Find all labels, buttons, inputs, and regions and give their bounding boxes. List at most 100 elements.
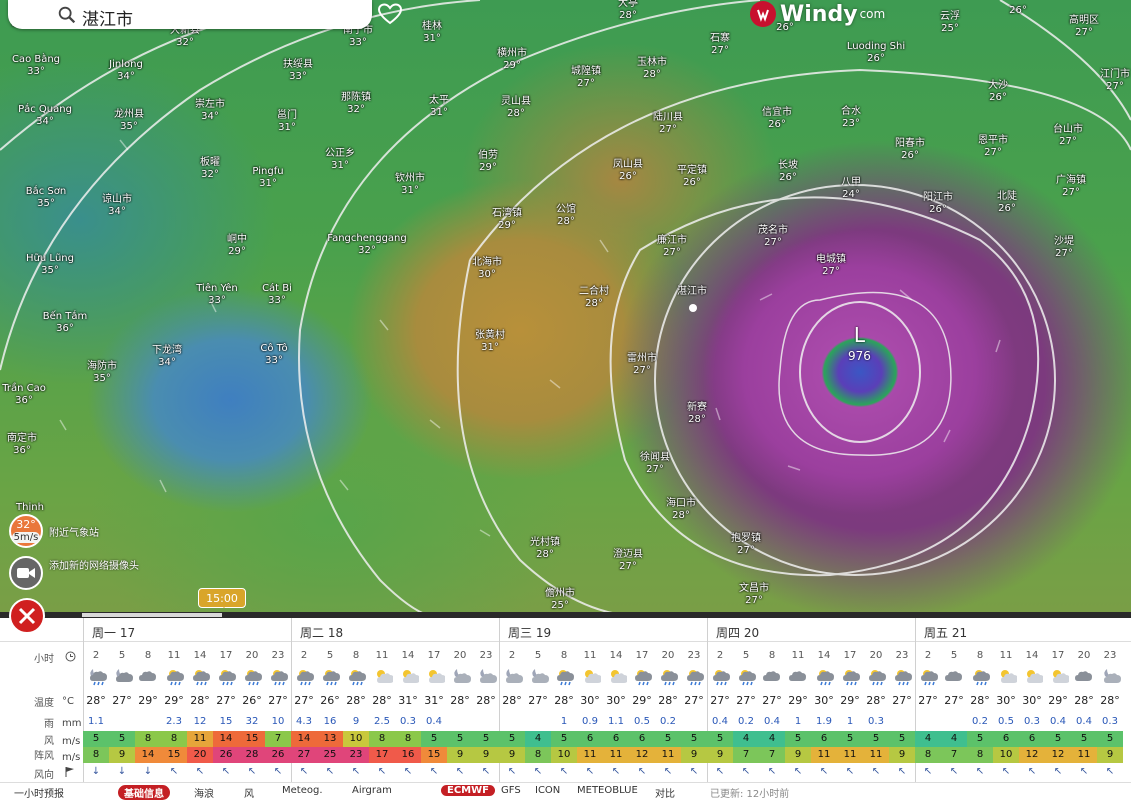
- day-label[interactable]: 周四 20: [716, 624, 759, 641]
- city-label[interactable]: 板曜 32°: [200, 157, 220, 181]
- city-label[interactable]: 雷州市 27°: [627, 353, 657, 377]
- city-label[interactable]: 石寨 27°: [710, 33, 730, 57]
- city-label[interactable]: 横州市 29°: [497, 48, 527, 72]
- toolbar-item[interactable]: ICON: [535, 785, 560, 796]
- city-label[interactable]: Cát Bi 33°: [262, 283, 292, 307]
- city-label[interactable]: 廉江市 27°: [657, 235, 687, 259]
- close-forecast-button[interactable]: [9, 598, 45, 634]
- city-label[interactable]: Bắc Sơn 35°: [26, 186, 66, 210]
- city-label[interactable]: 阳江市 26°: [923, 192, 953, 216]
- time-bubble[interactable]: 15:00: [198, 588, 246, 608]
- city-label[interactable]: 二合村 28°: [579, 286, 609, 310]
- city-label[interactable]: 沙堤 27°: [1054, 236, 1074, 260]
- city-label[interactable]: 凤山县 26°: [613, 159, 643, 183]
- city-label[interactable]: Thịnh: [16, 502, 44, 514]
- toolbar-item[interactable]: METEOBLUE: [577, 785, 638, 796]
- city-label[interactable]: 伯劳 29°: [478, 150, 498, 174]
- city-label[interactable]: 电城镇 27°: [816, 254, 846, 278]
- toolbar-item[interactable]: ECMWF: [441, 785, 495, 796]
- city-label[interactable]: 云浮 25°: [940, 11, 960, 35]
- city-label[interactable]: Jinlong 34°: [109, 59, 143, 83]
- city-label[interactable]: 海防市 35°: [87, 361, 117, 385]
- city-label[interactable]: 张黄村 31°: [475, 330, 505, 354]
- heart-icon[interactable]: [378, 3, 402, 25]
- city-label[interactable]: 邕门 31°: [277, 110, 297, 134]
- city-label[interactable]: 峒中 29°: [227, 234, 247, 258]
- city-label[interactable]: 下龙湾 34°: [152, 345, 182, 369]
- city-label[interactable]: 合水 23°: [841, 106, 861, 130]
- day-label[interactable]: 周二 18: [300, 624, 343, 641]
- toolbar-item[interactable]: 海浪: [194, 785, 214, 800]
- city-label[interactable]: 抱罗镇 27°: [731, 533, 761, 557]
- city-label[interactable]: 谅山市 34°: [102, 194, 132, 218]
- city-label[interactable]: 恩平市 27°: [978, 135, 1008, 159]
- webcam-label[interactable]: 添加新的网络摄像头: [49, 560, 139, 573]
- city-label[interactable]: 北海市 30°: [472, 257, 502, 281]
- weather-map[interactable]: Cao Bằng 33° Jinlong 34° 大新县 32° 扶绥县 33° 南宁市 33° 横…: [0, 0, 1131, 616]
- city-label[interactable]: Tiên Yên 33°: [196, 283, 238, 307]
- city-label[interactable]: 台山市 27°: [1053, 124, 1083, 148]
- city-label[interactable]: 桂林 31°: [422, 21, 442, 45]
- day-label[interactable]: 周一 17: [92, 624, 135, 641]
- city-label[interactable]: 钦州市 31°: [395, 173, 425, 197]
- city-label[interactable]: 徐闻县 27°: [640, 452, 670, 476]
- city-label[interactable]: 平定镇 26°: [677, 165, 707, 189]
- city-label[interactable]: Cô Tô 33°: [260, 343, 287, 367]
- toolbar-item[interactable]: Meteog.: [282, 785, 323, 796]
- city-label[interactable]: 灵山县 28°: [501, 96, 531, 120]
- city-label[interactable]: 文昌市 27°: [739, 583, 769, 607]
- city-label[interactable]: 茂名市 27°: [758, 225, 788, 249]
- station-label[interactable]: 附近气象站: [49, 524, 99, 539]
- city-label[interactable]: 新寮 28°: [687, 402, 707, 426]
- city-label[interactable]: Hữu Lũng 35°: [26, 253, 74, 277]
- city-label[interactable]: Luoding Shi 26°: [847, 41, 905, 65]
- city-label[interactable]: 太平 31°: [429, 95, 449, 119]
- toolbar-item[interactable]: Airgram: [352, 785, 392, 796]
- city-label[interactable]: 公正乡 31°: [325, 148, 355, 172]
- city-label[interactable]: 崇左市 34°: [195, 99, 225, 123]
- toolbar-item[interactable]: 基础信息: [118, 785, 170, 800]
- city-label[interactable]: 澄迈县 27°: [613, 549, 643, 573]
- city-label[interactable]: 陆川县 27°: [653, 112, 683, 136]
- city-label[interactable]: 广海镇 27°: [1056, 175, 1086, 199]
- city-label[interactable]: Pắc Quang 34°: [18, 104, 72, 128]
- city-label[interactable]: 光村镇 28°: [530, 537, 560, 561]
- city-label[interactable]: 信宜市 26°: [762, 107, 792, 131]
- city-label[interactable]: 城隍镇 27°: [571, 66, 601, 90]
- city-label[interactable]: 扶绥县 33°: [283, 59, 313, 83]
- city-label[interactable]: Trần Cao 36°: [2, 383, 46, 407]
- city-label[interactable]: 北陡 26°: [997, 191, 1017, 215]
- city-label[interactable]: 长坡 26°: [778, 160, 798, 184]
- city-label[interactable]: 海口市 28°: [666, 498, 696, 522]
- city-label[interactable]: 大亭 28°: [618, 0, 638, 22]
- city-label[interactable]: 石湾镇 29°: [492, 208, 522, 232]
- windy-logo[interactable]: Windy com: [750, 0, 885, 28]
- city-label[interactable]: 南定市 36°: [7, 433, 37, 457]
- search-input[interactable]: 湛江市: [82, 5, 133, 30]
- toolbar-item[interactable]: GFS: [501, 785, 521, 796]
- search-bar[interactable]: 湛江市: [8, 0, 372, 30]
- toolbar-item[interactable]: 风: [244, 785, 254, 800]
- city-label[interactable]: 玉林市 28°: [637, 57, 667, 81]
- city-label[interactable]: 公馆 28°: [556, 204, 576, 228]
- weather-station-button[interactable]: 32° 5m/s: [9, 514, 43, 548]
- city-label[interactable]: 阳春市 26°: [895, 138, 925, 162]
- city-label[interactable]: 儋州市 25°: [545, 588, 575, 612]
- day-label[interactable]: 周三 19: [508, 624, 551, 641]
- city-label[interactable]: Fangchenggang 32°: [327, 233, 406, 257]
- city-label[interactable]: Cao Bằng 33°: [12, 54, 60, 78]
- city-label[interactable]: 湛江市: [677, 286, 707, 298]
- city-label[interactable]: 高明区 27°: [1069, 15, 1099, 39]
- city-label[interactable]: 龙州县 35°: [114, 109, 144, 133]
- toolbar-item[interactable]: 一小时预报: [14, 785, 64, 800]
- toolbar-item[interactable]: 对比: [655, 785, 675, 800]
- city-label[interactable]: Pingfu 31°: [252, 166, 283, 190]
- city-label[interactable]: 八甲 24°: [841, 177, 861, 201]
- city-label[interactable]: 大沙 26°: [988, 80, 1008, 104]
- city-label[interactable]: 26°: [1009, 5, 1027, 17]
- city-label[interactable]: 那陈镇 32°: [341, 92, 371, 116]
- city-label[interactable]: Bến Tắm 36°: [43, 311, 88, 335]
- day-label[interactable]: 周五 21: [924, 624, 967, 641]
- webcam-button[interactable]: [9, 556, 43, 590]
- city-label[interactable]: 江门市 27°: [1100, 69, 1130, 93]
